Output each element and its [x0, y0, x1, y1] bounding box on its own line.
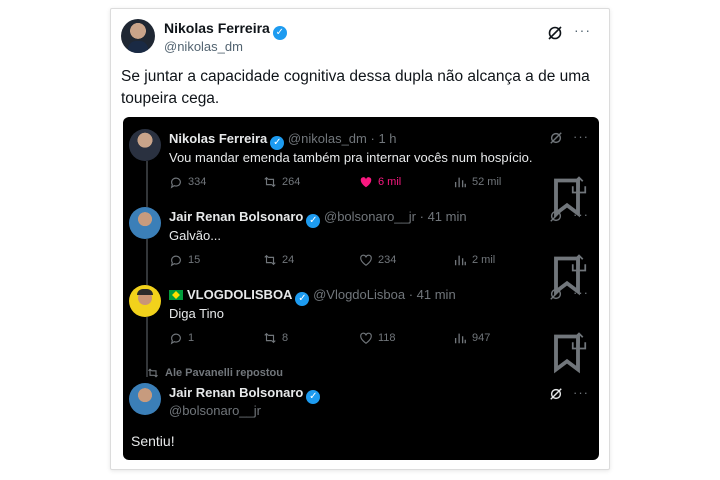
post-time[interactable]: 1 h [378, 131, 396, 146]
grok-icon[interactable] [549, 287, 563, 301]
like-button[interactable]: 234 [359, 253, 396, 267]
post-header: Nikolas Ferreira ✓ @nikolas_dm · 1 h [169, 131, 397, 150]
embedded-screenshot: Nikolas Ferreira ✓ @nikolas_dm · 1 h Vou … [123, 117, 599, 460]
reply-count: 1 [188, 332, 195, 344]
outer-tweet-card: Nikolas Ferreira ✓ @nikolas_dm ··· Se jun… [110, 8, 610, 470]
repost-icon [264, 176, 276, 188]
tweet-text: Se juntar a capacidade cognitiva dessa d… [121, 68, 590, 107]
avatar[interactable] [129, 383, 161, 415]
grok-icon[interactable] [549, 387, 563, 401]
views-button[interactable]: 2 mil [453, 253, 495, 267]
thread-post[interactable]: Nikolas Ferreira ✓ @nikolas_dm · 1 h Vou … [123, 129, 599, 218]
author-name-text[interactable]: Nikolas Ferreira [164, 20, 270, 36]
author-name[interactable]: Nikolas Ferreira ✓ [164, 20, 287, 40]
share-icon[interactable] [569, 175, 589, 195]
like-count: 234 [378, 254, 397, 266]
post-text: Vou mandar emenda também pra internar vo… [169, 150, 533, 165]
more-icon[interactable]: ··· [574, 22, 591, 38]
verified-badge-icon: ✓ [272, 26, 287, 40]
more-icon[interactable]: ··· [573, 285, 589, 300]
avatar[interactable] [121, 19, 155, 53]
verified-badge-icon: ✓ [295, 292, 310, 306]
share-icon[interactable] [569, 331, 589, 351]
like-icon [360, 177, 372, 188]
verified-badge-icon: ✓ [306, 390, 321, 404]
grok-icon[interactable] [547, 25, 563, 41]
avatar[interactable] [129, 207, 161, 239]
views-button[interactable]: 947 [453, 331, 490, 345]
separator: · [408, 287, 414, 302]
repost-button[interactable]: 264 [263, 175, 300, 189]
post-header: Jair Renan Bolsonaro ✓ [169, 385, 321, 404]
avatar[interactable] [129, 285, 161, 317]
like-count: 118 [378, 332, 396, 344]
author-handle[interactable]: @nikolas_dm [164, 39, 243, 54]
separator: · [419, 209, 424, 224]
grok-icon[interactable] [549, 209, 563, 223]
repost-button[interactable]: 8 [263, 331, 288, 345]
reply-icon [170, 333, 181, 345]
share-icon[interactable] [569, 253, 589, 273]
more-icon[interactable]: ··· [573, 385, 589, 400]
reply-count: 15 [188, 254, 201, 266]
outer-tweet-header: Nikolas Ferreira ✓ @nikolas_dm ··· [121, 19, 599, 63]
repost-icon [148, 368, 158, 378]
post-header: Jair Renan Bolsonaro ✓ @bolsonaro__jr · 4… [169, 209, 467, 228]
thread-post[interactable]: VLOGDOLISBOA ✓ @VlogdoLisboa · 41 min Dig… [123, 285, 599, 374]
views-icon [454, 333, 466, 344]
more-icon[interactable]: ··· [573, 207, 589, 222]
repost-icon [264, 254, 276, 266]
author-handle[interactable]: @bolsonaro__jr [324, 209, 416, 224]
author-name[interactable]: Jair Renan Bolsonaro [169, 209, 303, 224]
reply-button[interactable]: 334 [169, 175, 206, 189]
repost-count: 8 [282, 332, 289, 344]
repost-button[interactable]: 24 [263, 253, 294, 267]
brazil-flag-icon [169, 290, 183, 300]
post-text: Diga Tino [169, 306, 224, 321]
author-name[interactable]: Nikolas Ferreira [169, 131, 267, 146]
more-icon[interactable]: ··· [573, 129, 589, 144]
main-post[interactable]: Jair Renan Bolsonaro ✓ @bolsonaro__jr ··· [123, 383, 599, 453]
reply-button[interactable]: 15 [169, 253, 200, 267]
post-text: Galvão... [169, 228, 222, 243]
like-count: 6 mil [378, 176, 402, 188]
repost-icon [264, 332, 276, 344]
view-count: 2 mil [472, 254, 496, 266]
verified-badge-icon: ✓ [306, 214, 321, 228]
author-name[interactable]: VLOGDOLISBOA [187, 287, 292, 302]
reply-icon [170, 177, 181, 189]
post-time[interactable]: 41 min [428, 209, 467, 224]
author-handle[interactable]: @VlogdoLisboa [313, 287, 405, 302]
repost-label: Ale Pavanelli repostou [165, 367, 283, 379]
reply-count: 334 [188, 176, 207, 188]
like-button[interactable]: 118 [359, 331, 396, 345]
like-button[interactable]: 6 mil [359, 175, 401, 189]
author-handle[interactable]: @nikolas_dm [288, 131, 367, 146]
reply-icon [170, 255, 181, 267]
author-handle[interactable]: @bolsonaro__jr [169, 403, 261, 418]
reply-button[interactable]: 1 [169, 331, 194, 345]
like-icon [360, 254, 372, 266]
post-time[interactable]: 41 min [417, 287, 456, 302]
grok-icon[interactable] [549, 131, 563, 145]
repost-count: 264 [282, 176, 301, 188]
author-name[interactable]: Jair Renan Bolsonaro [169, 385, 303, 400]
action-bar: 1 8 118 947 [169, 331, 589, 374]
verified-badge-icon: ✓ [270, 136, 285, 150]
main-post-text: Sentiu! [131, 433, 175, 449]
views-icon [454, 255, 466, 266]
separator: · [370, 131, 375, 146]
repost-count: 24 [282, 254, 295, 266]
view-count: 947 [472, 332, 491, 344]
action-bar: 15 24 234 2 mil [169, 253, 589, 296]
view-count: 52 mil [472, 176, 502, 188]
repost-indicator[interactable]: Ale Pavanelli repostou [147, 367, 283, 379]
thread-post[interactable]: Jair Renan Bolsonaro ✓ @bolsonaro__jr · 4… [123, 207, 599, 296]
like-icon [360, 332, 372, 344]
post-header: VLOGDOLISBOA ✓ @VlogdoLisboa · 41 min [169, 287, 456, 306]
action-bar: 334 264 6 mil 52 mil [169, 175, 589, 218]
views-button[interactable]: 52 mil [453, 175, 501, 189]
views-icon [454, 177, 466, 188]
avatar[interactable] [129, 129, 161, 161]
